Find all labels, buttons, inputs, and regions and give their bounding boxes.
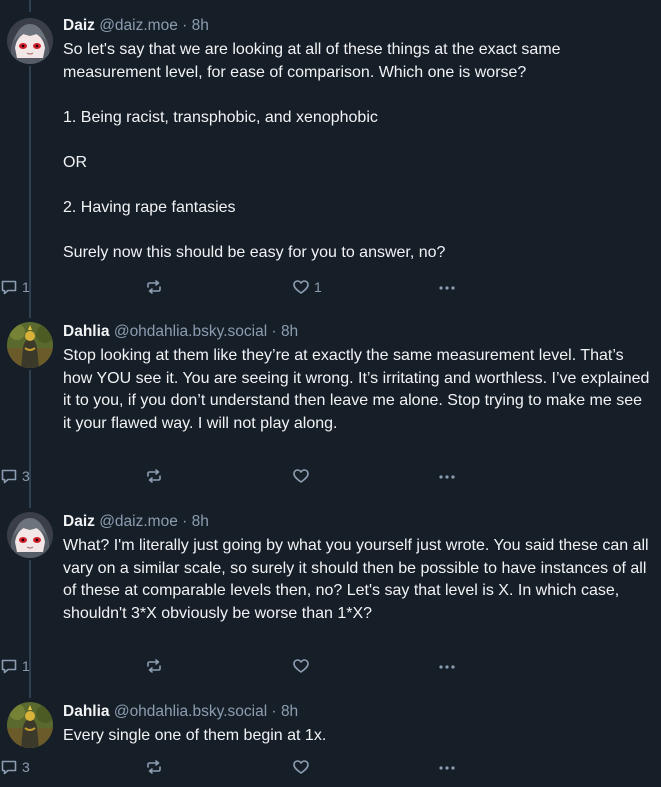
author-handle[interactable]: @daiz.moe: [99, 17, 178, 34]
like-button[interactable]: [292, 756, 314, 778]
separator: ·: [271, 323, 277, 340]
author-display-name[interactable]: Daiz: [63, 513, 95, 530]
more-options-button[interactable]: [437, 756, 457, 778]
reply-count: 1: [22, 279, 30, 295]
speech-bubble-icon: [0, 758, 18, 776]
post-actions: 1 1: [0, 276, 470, 298]
author-display-name[interactable]: Dahlia: [63, 703, 110, 720]
more-options-button[interactable]: [437, 655, 457, 677]
post-paragraph: OR: [63, 153, 87, 171]
author-handle[interactable]: @daiz.moe: [99, 513, 178, 530]
like-button[interactable]: 1: [292, 276, 322, 298]
more-options-button[interactable]: [437, 276, 457, 298]
reply-button[interactable]: 1: [0, 655, 30, 677]
post[interactable]: Daiz @daiz.moe · 8h So let's say that we…: [0, 0, 661, 308]
avatar[interactable]: [7, 18, 53, 64]
repost-button[interactable]: [145, 276, 167, 298]
post-paragraph: So let's say that we are looking at all …: [63, 41, 561, 81]
post-text: Every single one of them begin at 1x.: [63, 725, 653, 748]
post[interactable]: Daiz @daiz.moe · 8h What? I'm literally …: [0, 498, 661, 688]
more-dots-icon: [437, 657, 457, 675]
separator: ·: [182, 513, 188, 530]
repost-arrows-icon: [145, 467, 163, 485]
reply-count: 1: [22, 658, 30, 674]
heart-icon: [292, 758, 310, 776]
reply-button[interactable]: 3: [0, 756, 30, 778]
post-paragraph: 1. Being racist, transphobic, and xenoph…: [63, 108, 378, 126]
separator: ·: [182, 17, 188, 34]
separator: ·: [271, 703, 277, 720]
reply-count: 3: [22, 468, 30, 484]
timestamp[interactable]: 8h: [281, 323, 298, 340]
post-paragraph: 2. Having rape fantasies: [63, 198, 236, 216]
post-actions: 3: [0, 756, 470, 778]
repost-arrows-icon: [145, 758, 163, 776]
post-paragraph: Stop looking at them like they’re at exa…: [63, 347, 650, 432]
more-options-button[interactable]: [437, 465, 457, 487]
like-button[interactable]: [292, 465, 314, 487]
post-header: Daiz @daiz.moe · 8h: [63, 512, 653, 532]
post-header: Daiz @daiz.moe · 8h: [63, 16, 653, 36]
like-button[interactable]: [292, 655, 314, 677]
author-display-name[interactable]: Daiz: [63, 17, 95, 34]
speech-bubble-icon: [0, 467, 18, 485]
post-paragraph: Every single one of them begin at 1x.: [63, 727, 327, 744]
post[interactable]: Dahlia @ohdahlia.bsky.social · 8h Stop l…: [0, 308, 661, 498]
reply-button[interactable]: 1: [0, 276, 30, 298]
post-actions: 3: [0, 465, 470, 487]
more-dots-icon: [437, 758, 457, 776]
avatar[interactable]: [7, 702, 53, 748]
post-text: So let's say that we are looking at all …: [63, 39, 653, 264]
more-dots-icon: [437, 278, 457, 296]
post-text: Stop looking at them like they’re at exa…: [63, 345, 653, 435]
heart-icon: [292, 467, 310, 485]
speech-bubble-icon: [0, 657, 18, 675]
heart-icon: [292, 278, 310, 296]
repost-arrows-icon: [145, 657, 163, 675]
more-dots-icon: [437, 467, 457, 485]
heart-icon: [292, 657, 310, 675]
post-header: Dahlia @ohdahlia.bsky.social · 8h: [63, 322, 653, 342]
speech-bubble-icon: [0, 278, 18, 296]
reply-button[interactable]: 3: [0, 465, 30, 487]
author-display-name[interactable]: Dahlia: [63, 323, 110, 340]
repost-button[interactable]: [145, 655, 167, 677]
timestamp[interactable]: 8h: [281, 703, 298, 720]
post-header: Dahlia @ohdahlia.bsky.social · 8h: [63, 702, 653, 722]
reply-count: 3: [22, 759, 30, 775]
post-paragraph: Surely now this should be easy for you t…: [63, 243, 446, 261]
author-handle[interactable]: @ohdahlia.bsky.social: [114, 323, 267, 340]
post[interactable]: Dahlia @ohdahlia.bsky.social · 8h Every …: [0, 688, 661, 787]
timestamp[interactable]: 8h: [192, 513, 209, 530]
post-paragraph: What? I'm literally just going by what y…: [63, 537, 649, 622]
author-handle[interactable]: @ohdahlia.bsky.social: [114, 703, 267, 720]
avatar[interactable]: [7, 322, 53, 368]
like-count: 1: [314, 279, 322, 295]
timestamp[interactable]: 8h: [192, 17, 209, 34]
post-text: What? I'm literally just going by what y…: [63, 535, 653, 625]
repost-button[interactable]: [145, 756, 167, 778]
repost-button[interactable]: [145, 465, 167, 487]
post-actions: 1: [0, 655, 470, 677]
repost-arrows-icon: [145, 278, 163, 296]
avatar[interactable]: [7, 512, 53, 558]
